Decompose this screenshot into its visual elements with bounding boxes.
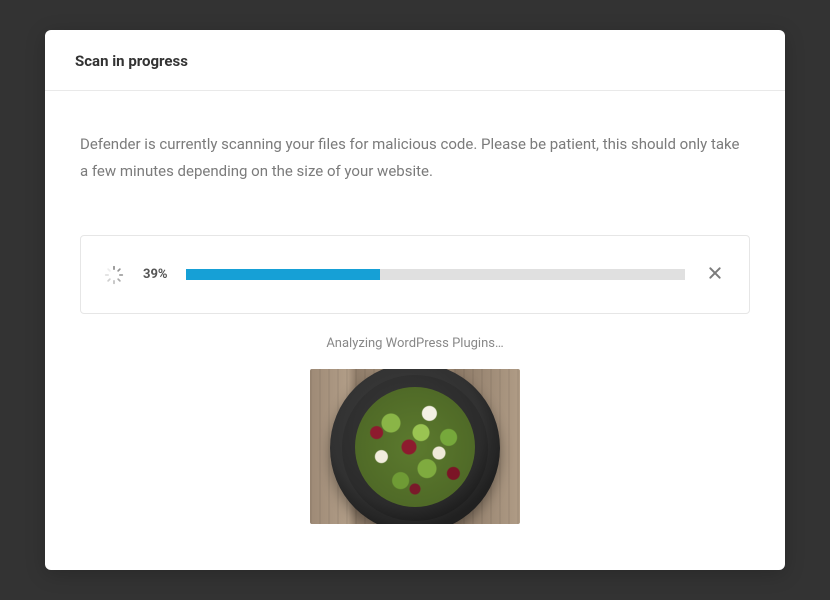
food-image [310, 369, 520, 524]
progress-bar [186, 269, 685, 280]
spinner-icon [103, 264, 125, 286]
status-text: Analyzing WordPress Plugins… [80, 336, 750, 351]
modal-body: Defender is currently scanning your file… [45, 91, 785, 554]
illustration [80, 369, 750, 524]
progress-box: 39% [80, 235, 750, 314]
progress-fill [186, 269, 381, 280]
close-icon [707, 265, 723, 284]
scan-progress-modal: Scan in progress Defender is currently s… [45, 30, 785, 570]
scan-description: Defender is currently scanning your file… [80, 131, 750, 185]
modal-title: Scan in progress [75, 52, 755, 70]
modal-header: Scan in progress [45, 30, 785, 91]
progress-percent: 39% [143, 267, 168, 282]
cancel-scan-button[interactable] [703, 261, 727, 288]
